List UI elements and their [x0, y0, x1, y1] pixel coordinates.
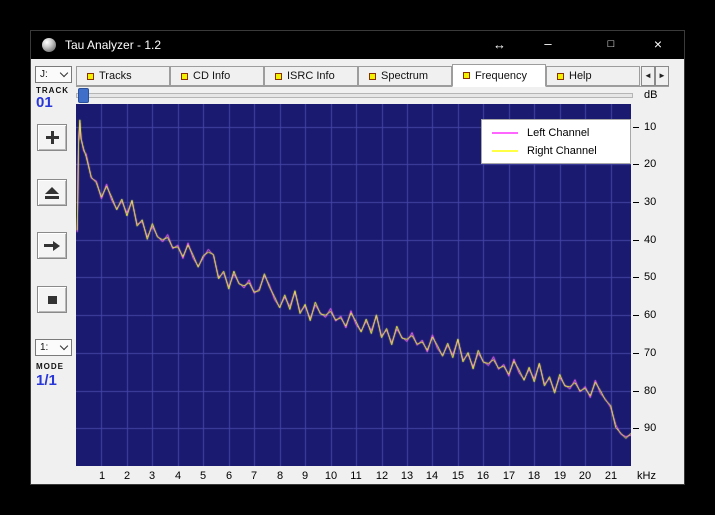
mode-label: MODE: [36, 362, 64, 371]
left-channel-line-swatch: [492, 132, 518, 134]
y-axis-tick: 80: [633, 385, 673, 397]
tick-mark: [633, 164, 639, 165]
y-axis-tick: 60: [633, 309, 673, 321]
arrow-right-icon: [44, 241, 60, 251]
tab-bullet-icon: [181, 73, 188, 80]
eject-icon: [45, 187, 59, 199]
x-axis-tick: 12: [372, 470, 392, 482]
tab-tracks[interactable]: Tracks: [76, 66, 170, 86]
close-button[interactable]: ×: [641, 31, 675, 59]
tab-frequency[interactable]: Frequency: [452, 64, 546, 87]
x-axis-tick: 5: [193, 470, 213, 482]
legend-row-right-channel: Right Channel: [492, 144, 620, 157]
x-axis-tick: 13: [397, 470, 417, 482]
tick-mark: [633, 353, 639, 354]
tab-bullet-icon: [369, 73, 376, 80]
eject-button[interactable]: [37, 179, 67, 206]
x-axis-tick: 15: [448, 470, 468, 482]
y-axis-tick: 10: [633, 121, 673, 133]
x-axis-tick: 14: [422, 470, 442, 482]
x-axis-tick: 16: [473, 470, 493, 482]
y-axis-tick: 70: [633, 347, 673, 359]
y-axis-tick: 30: [633, 196, 673, 208]
tab-scroll-right-button[interactable]: ►: [655, 66, 669, 86]
mode-select-combo[interactable]: 1:: [35, 339, 72, 356]
legend-label: Right Channel: [527, 145, 597, 157]
arrow-left-icon: ◄: [644, 71, 652, 80]
tab-label: Spectrum: [381, 70, 428, 82]
tick-mark: [633, 240, 639, 241]
tab-bullet-icon: [275, 73, 282, 80]
resize-arrows-icon: ↔: [493, 31, 506, 59]
tab-help[interactable]: Help: [546, 66, 640, 86]
x-axis-unit: kHz: [637, 470, 656, 482]
right-channel-line-swatch: [492, 150, 518, 152]
tick-mark: [633, 315, 639, 316]
tick-mark: [633, 428, 639, 429]
tab-spectrum[interactable]: Spectrum: [358, 66, 452, 86]
legend-label: Left Channel: [527, 127, 589, 139]
chevron-down-icon: [60, 342, 68, 350]
tab-bullet-icon: [557, 73, 564, 80]
y-axis-tick: 90: [633, 422, 673, 434]
y-axis-tick: 40: [633, 234, 673, 246]
x-axis-tick: 6: [219, 470, 239, 482]
x-axis-tick: 18: [524, 470, 544, 482]
x-axis-tick: 10: [321, 470, 341, 482]
tab-label: Tracks: [99, 70, 132, 82]
legend: Left Channel Right Channel: [481, 119, 631, 164]
mode-value: 1/1: [36, 372, 57, 389]
track-number: 01: [36, 94, 53, 111]
tick-mark: [633, 127, 639, 128]
x-axis-tick: 21: [601, 470, 621, 482]
x-axis-tick: 7: [244, 470, 264, 482]
add-button[interactable]: [37, 124, 67, 151]
legend-row-left-channel: Left Channel: [492, 126, 620, 139]
tab-cd-info[interactable]: CD Info: [170, 66, 264, 86]
x-axis-tick: 1: [92, 470, 112, 482]
y-axis-tick: 20: [633, 158, 673, 170]
next-button[interactable]: [37, 232, 67, 259]
track-select-combo[interactable]: J:: [35, 66, 72, 83]
minimize-button[interactable]: –: [531, 31, 565, 59]
tab-label: Frequency: [475, 70, 527, 82]
title-bar[interactable]: Tau Analyzer - 1.2 ↔ – □ ×: [31, 31, 684, 59]
x-axis-tick: 11: [346, 470, 366, 482]
x-axis-tick: 19: [550, 470, 570, 482]
x-axis-tick: 9: [295, 470, 315, 482]
tab-label: CD Info: [193, 70, 230, 82]
tick-mark: [633, 277, 639, 278]
x-axis-tick: 20: [575, 470, 595, 482]
position-slider-thumb[interactable]: [78, 88, 89, 103]
tab-strip-baseline: [76, 86, 669, 87]
tick-mark: [633, 202, 639, 203]
x-axis-tick: 17: [499, 470, 519, 482]
x-axis-tick: 4: [168, 470, 188, 482]
tab-isrc-info[interactable]: ISRC Info: [264, 66, 358, 86]
stop-icon: [48, 296, 57, 304]
y-axis-tick: 50: [633, 271, 673, 283]
mode-combo-value: 1:: [40, 342, 48, 353]
x-axis-tick: 3: [142, 470, 162, 482]
x-axis-tick: 2: [117, 470, 137, 482]
plus-icon: [46, 131, 59, 144]
tab-scroll-left-button[interactable]: ◄: [641, 66, 655, 86]
tab-label: ISRC Info: [287, 70, 335, 82]
tab-label: Help: [569, 70, 592, 82]
chevron-down-icon: [60, 69, 68, 77]
x-axis-tick: 8: [270, 470, 290, 482]
y-axis-unit: dB: [644, 89, 657, 101]
tab-bullet-icon: [463, 72, 470, 79]
stop-button[interactable]: [37, 286, 67, 313]
arrow-right-icon: ►: [658, 71, 666, 80]
app-window: Tau Analyzer - 1.2 ↔ – □ × J: TRACK 01 1…: [30, 30, 685, 485]
maximize-button[interactable]: □: [594, 31, 628, 59]
position-slider-track[interactable]: [76, 93, 633, 98]
tick-mark: [633, 391, 639, 392]
track-combo-value: J:: [40, 69, 48, 80]
main-content: J: TRACK 01 1: MODE 1/1 Tracks: [31, 59, 684, 484]
window-title: Tau Analyzer - 1.2: [65, 31, 161, 59]
app-icon: [42, 38, 56, 52]
tab-bullet-icon: [87, 73, 94, 80]
